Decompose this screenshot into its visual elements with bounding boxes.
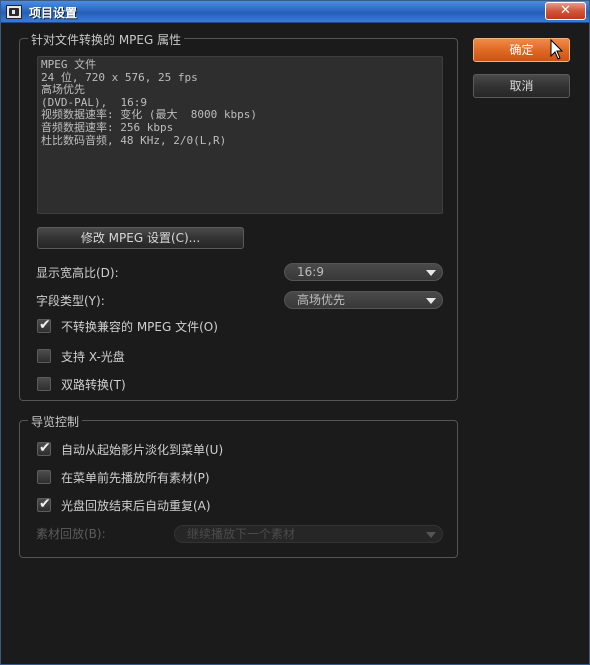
checkmark-icon: ✔ xyxy=(39,440,51,456)
aspect-ratio-select[interactable]: 16:9 xyxy=(284,263,443,281)
checkmark-icon: ✔ xyxy=(39,496,51,512)
clip-playback-label: 素材回放(B): xyxy=(36,527,106,541)
close-button[interactable]: ✕ xyxy=(545,2,586,20)
auto-repeat-checkbox[interactable]: ✔ xyxy=(37,496,51,512)
window-title: 项目设置 xyxy=(29,6,78,20)
project-settings-dialog: 项目设置 ✕ 针对文件转换的 MPEG 属性 MPEG 文件 24 位, 720… xyxy=(0,0,590,665)
mpeg-group-legend: 针对文件转换的 MPEG 属性 xyxy=(28,31,185,48)
auto-repeat-label: 光盘回放结束后自动重复(A) xyxy=(61,499,211,513)
aspect-ratio-label: 显示宽高比(D): xyxy=(36,266,119,280)
info-line: 24 位, 720 x 576, 25 fps xyxy=(41,70,198,84)
two-pass-checkbox[interactable] xyxy=(37,377,51,391)
title-bar: 项目设置 ✕ xyxy=(1,1,589,23)
mouse-pointer-icon xyxy=(550,39,564,60)
two-pass-label: 双路转换(T) xyxy=(61,378,126,392)
play-all-clips-checkbox[interactable] xyxy=(37,470,51,484)
aspect-ratio-value: 16:9 xyxy=(297,265,324,279)
play-all-clips-label: 在菜单前先播放所有素材(P) xyxy=(61,471,210,485)
info-line: 杜比数码音频, 48 KHz, 2/0(L,R) xyxy=(41,133,227,147)
x-disc-checkbox[interactable] xyxy=(37,349,51,363)
chevron-down-icon xyxy=(426,270,436,276)
info-line: MPEG 文件 xyxy=(41,58,97,71)
auto-fade-label: 自动从起始影片淡化到菜单(U) xyxy=(61,443,224,457)
chevron-down-icon xyxy=(426,298,436,304)
checkmark-icon: ✔ xyxy=(39,317,51,333)
navigation-group-legend: 导览控制 xyxy=(28,413,83,430)
field-type-label: 字段类型(Y): xyxy=(36,294,105,308)
auto-fade-checkbox[interactable]: ✔ xyxy=(37,440,51,456)
mpeg-info-box: MPEG 文件 24 位, 720 x 576, 25 fps 高场优先 (DV… xyxy=(37,56,443,214)
clip-playback-value: 继续播放下一个素材 xyxy=(187,527,296,541)
chevron-down-icon xyxy=(426,532,436,538)
cancel-button[interactable]: 取消 xyxy=(473,74,570,98)
no-convert-mpeg-label: 不转换兼容的 MPEG 文件(O) xyxy=(61,320,218,334)
x-disc-label: 支持 X-光盘 xyxy=(61,350,125,364)
app-icon xyxy=(6,5,22,19)
info-line: 高场优先 xyxy=(41,83,85,97)
clip-playback-select[interactable]: 继续播放下一个素材 xyxy=(174,525,443,543)
field-type-select[interactable]: 高场优先 xyxy=(284,291,443,309)
field-type-value: 高场优先 xyxy=(297,293,346,307)
modify-mpeg-settings-button[interactable]: 修改 MPEG 设置(C)... xyxy=(37,227,244,249)
info-line: 音频数据速率: 256 kbps xyxy=(41,120,174,134)
no-convert-mpeg-checkbox[interactable]: ✔ xyxy=(37,317,51,333)
